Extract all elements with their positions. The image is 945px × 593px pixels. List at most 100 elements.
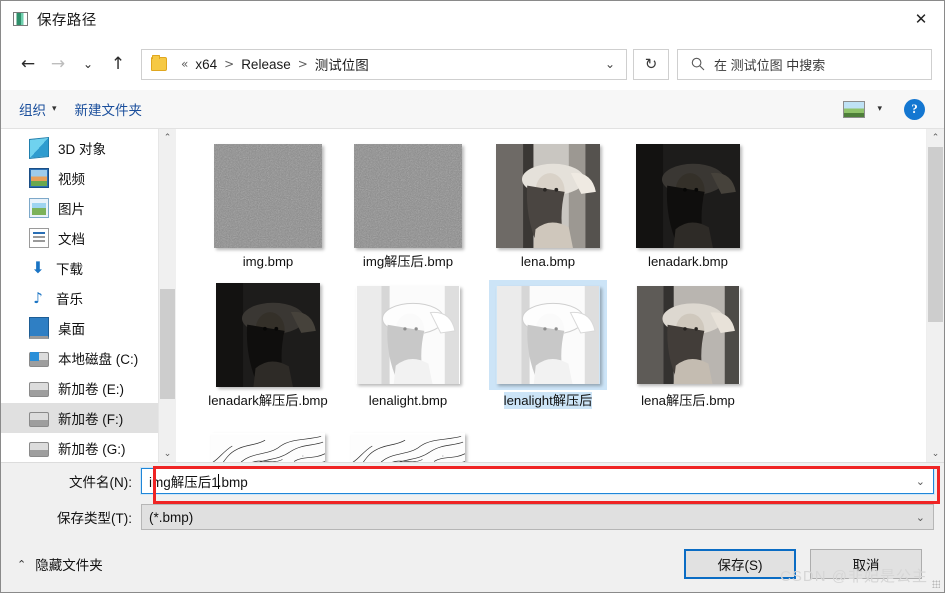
file-thumbnail-wrap: ◦◦◦ ◦◦ bbox=[209, 419, 327, 462]
file-item[interactable]: lenadark.bmp bbox=[618, 141, 758, 270]
file-item[interactable]: ◦◦◦ ◦◦ 数字化解压后 bbox=[338, 419, 478, 462]
breadcrumb-item-1[interactable]: Release bbox=[241, 57, 291, 72]
thumbnail-lena-light bbox=[356, 286, 460, 384]
file-name-label: lenalight解压后 bbox=[503, 392, 593, 409]
file-list-scrollbar[interactable]: ⌃ ⌄ bbox=[926, 129, 944, 462]
hide-folders-button[interactable]: ⌃ 隐藏文件夹 bbox=[17, 554, 103, 574]
chevron-down-icon-view[interactable]: ▾ bbox=[877, 104, 882, 114]
file-list-scrollbar-thumb[interactable] bbox=[928, 147, 943, 322]
command-toolbar: 组织 ▾ 新建文件夹 ▾ ? bbox=[1, 90, 944, 129]
file-list-pane: img.bmp img解压后.bmp lena.bmp lenadark.bmp… bbox=[176, 129, 944, 462]
file-item[interactable]: lena.bmp bbox=[478, 141, 618, 270]
organize-label: 组织 bbox=[19, 103, 46, 118]
resize-grip[interactable] bbox=[932, 580, 940, 588]
chevron-down-icon-filename[interactable]: ⌄ bbox=[916, 475, 925, 488]
download-icon: ⬇ bbox=[31, 258, 45, 277]
file-item[interactable]: lenalight.bmp bbox=[338, 280, 478, 409]
file-thumbnail-wrap bbox=[489, 280, 607, 390]
sidebar-item-volume-e[interactable]: 新加卷 (E:) bbox=[1, 373, 176, 403]
file-item[interactable]: img.bmp bbox=[198, 141, 338, 270]
sidebar-item-downloads[interactable]: ⬇ 下载 bbox=[1, 253, 176, 283]
navigation-bar: ← → ⌄ ↑ « x64 > Release > 测试位图 ⌄ ↻ 在 测试位… bbox=[1, 38, 944, 90]
close-icon[interactable]: ✕ bbox=[898, 1, 944, 37]
arrow-up-icon[interactable]: ↑ bbox=[103, 49, 133, 79]
search-input[interactable]: 在 测试位图 中搜索 bbox=[677, 48, 932, 80]
breadcrumb[interactable]: « x64 > Release > 测试位图 ⌄ bbox=[141, 48, 627, 80]
sidebar-item-videos[interactable]: 视频 bbox=[1, 163, 176, 193]
sidebar-item-label: 新加卷 (E:) bbox=[58, 382, 124, 397]
sidebar-item-label: 新加卷 (G:) bbox=[58, 442, 126, 457]
file-item[interactable]: lena解压后.bmp bbox=[618, 280, 758, 409]
svg-text:◦: ◦ bbox=[302, 455, 304, 460]
file-item[interactable]: img解压后.bmp bbox=[338, 141, 478, 270]
thumbnail-lena-dark bbox=[216, 283, 320, 387]
window-title: 保存路径 bbox=[37, 12, 97, 29]
breadcrumb-item-0[interactable]: x64 bbox=[195, 57, 217, 72]
save-file-dialog: 保存路径 ✕ ← → ⌄ ↑ « x64 > Release > 测试位图 ⌄ … bbox=[0, 0, 945, 593]
file-thumbnail-wrap bbox=[209, 141, 327, 251]
chevron-down-icon-file-scroll[interactable]: ⌄ bbox=[927, 445, 944, 462]
disk-icon bbox=[29, 412, 49, 427]
sidebar-item-label: 桌面 bbox=[58, 322, 85, 337]
help-button[interactable]: ? bbox=[904, 98, 925, 120]
file-item-selected[interactable]: lenalight解压后 bbox=[478, 280, 618, 409]
file-thumbnail-wrap bbox=[209, 280, 327, 390]
organize-button[interactable]: 组织 ▾ bbox=[19, 99, 57, 119]
filetype-row: 保存类型(T): (*.bmp) ⌄ bbox=[1, 499, 944, 535]
picture-view-icon[interactable] bbox=[843, 100, 866, 118]
filetype-select[interactable]: (*.bmp) ⌄ bbox=[141, 504, 934, 530]
file-name-label: lena解压后.bmp bbox=[641, 393, 735, 408]
thumbnail-gray-noise bbox=[354, 144, 462, 248]
chevron-down-icon-breadcrumb[interactable]: ⌄ bbox=[605, 57, 615, 71]
sidebar-item-desktop[interactable]: 桌面 bbox=[1, 313, 176, 343]
sidebar-item-local-disk-c[interactable]: 本地磁盘 (C:) bbox=[1, 343, 176, 373]
filename-label: 文件名(N): bbox=[69, 475, 132, 490]
sidebar-item-documents[interactable]: 文档 bbox=[1, 223, 176, 253]
filetype-label: 保存类型(T): bbox=[57, 511, 132, 526]
chevron-up-icon-hide-folders: ⌃ bbox=[17, 557, 27, 571]
file-name-label: lenadark.bmp bbox=[648, 254, 728, 269]
chevron-up-icon-file-scroll[interactable]: ⌃ bbox=[927, 129, 944, 146]
new-folder-button[interactable]: 新建文件夹 bbox=[75, 99, 143, 119]
chevron-down-icon-recent[interactable]: ⌄ bbox=[73, 49, 103, 79]
file-thumbnail-wrap bbox=[489, 141, 607, 251]
file-thumbnail-wrap bbox=[349, 141, 467, 251]
refresh-icon[interactable]: ↻ bbox=[633, 48, 669, 80]
file-item[interactable]: lenadark解压后.bmp bbox=[198, 280, 338, 409]
breadcrumb-prefix: « bbox=[181, 57, 189, 71]
sidebar-item-label: 新加卷 (F:) bbox=[58, 412, 124, 427]
file-name-label: lenalight.bmp bbox=[368, 393, 448, 408]
picture-icon bbox=[29, 198, 49, 218]
sidebar-item-music[interactable]: ♪ 音乐 bbox=[1, 283, 176, 313]
title-bar: 保存路径 ✕ bbox=[1, 1, 944, 38]
sidebar-item-label: 本地磁盘 (C:) bbox=[58, 352, 139, 367]
arrow-left-icon[interactable]: ← bbox=[13, 49, 43, 79]
disk-icon bbox=[29, 382, 49, 397]
thumbnail-lena-light bbox=[496, 286, 600, 384]
filename-text-before-caret: img解压后1 bbox=[149, 475, 219, 490]
sidebar-scrollbar[interactable]: ⌃ ⌄ bbox=[158, 129, 176, 462]
search-icon bbox=[688, 57, 708, 71]
file-name-label: img.bmp bbox=[242, 254, 294, 269]
sidebar-item-label: 音乐 bbox=[56, 292, 83, 307]
filename-text-after-caret: .bmp bbox=[217, 475, 248, 490]
sidebar-item-3d-objects[interactable]: 3D 对象 bbox=[1, 133, 176, 163]
sidebar-item-label: 文档 bbox=[58, 232, 85, 247]
filename-input[interactable]: img解压后1.bmp ⌄ bbox=[140, 467, 935, 495]
chevron-up-icon-sidebar-scroll[interactable]: ⌃ bbox=[159, 129, 176, 146]
file-item[interactable]: ◦◦◦ ◦◦ 数字化.bmp bbox=[198, 419, 338, 462]
file-thumbnail-wrap bbox=[629, 280, 747, 390]
dialog-footer: ⌃ 隐藏文件夹 保存(S) 取消 CSDN @非妃是公主 bbox=[1, 535, 944, 592]
arrow-right-icon: → bbox=[50, 54, 66, 74]
sidebar-scrollbar-thumb[interactable] bbox=[160, 289, 175, 399]
desktop-icon bbox=[29, 317, 49, 339]
breadcrumb-item-2[interactable]: 测试位图 bbox=[315, 54, 369, 74]
sidebar-item-volume-g[interactable]: 新加卷 (G:) bbox=[1, 433, 176, 462]
search-placeholder: 在 测试位图 中搜索 bbox=[714, 57, 826, 73]
sidebar-item-volume-f[interactable]: 新加卷 (F:) bbox=[1, 403, 176, 433]
chevron-down-icon-filetype[interactable]: ⌄ bbox=[916, 511, 925, 524]
save-form: 文件名(N): img解压后1.bmp ⌄ 保存类型(T): (*.bmp) ⌄ bbox=[1, 462, 944, 535]
chevron-down-icon-sidebar-scroll[interactable]: ⌄ bbox=[159, 445, 176, 462]
file-name-label: img解压后.bmp bbox=[362, 254, 454, 269]
sidebar-item-pictures[interactable]: 图片 bbox=[1, 193, 176, 223]
